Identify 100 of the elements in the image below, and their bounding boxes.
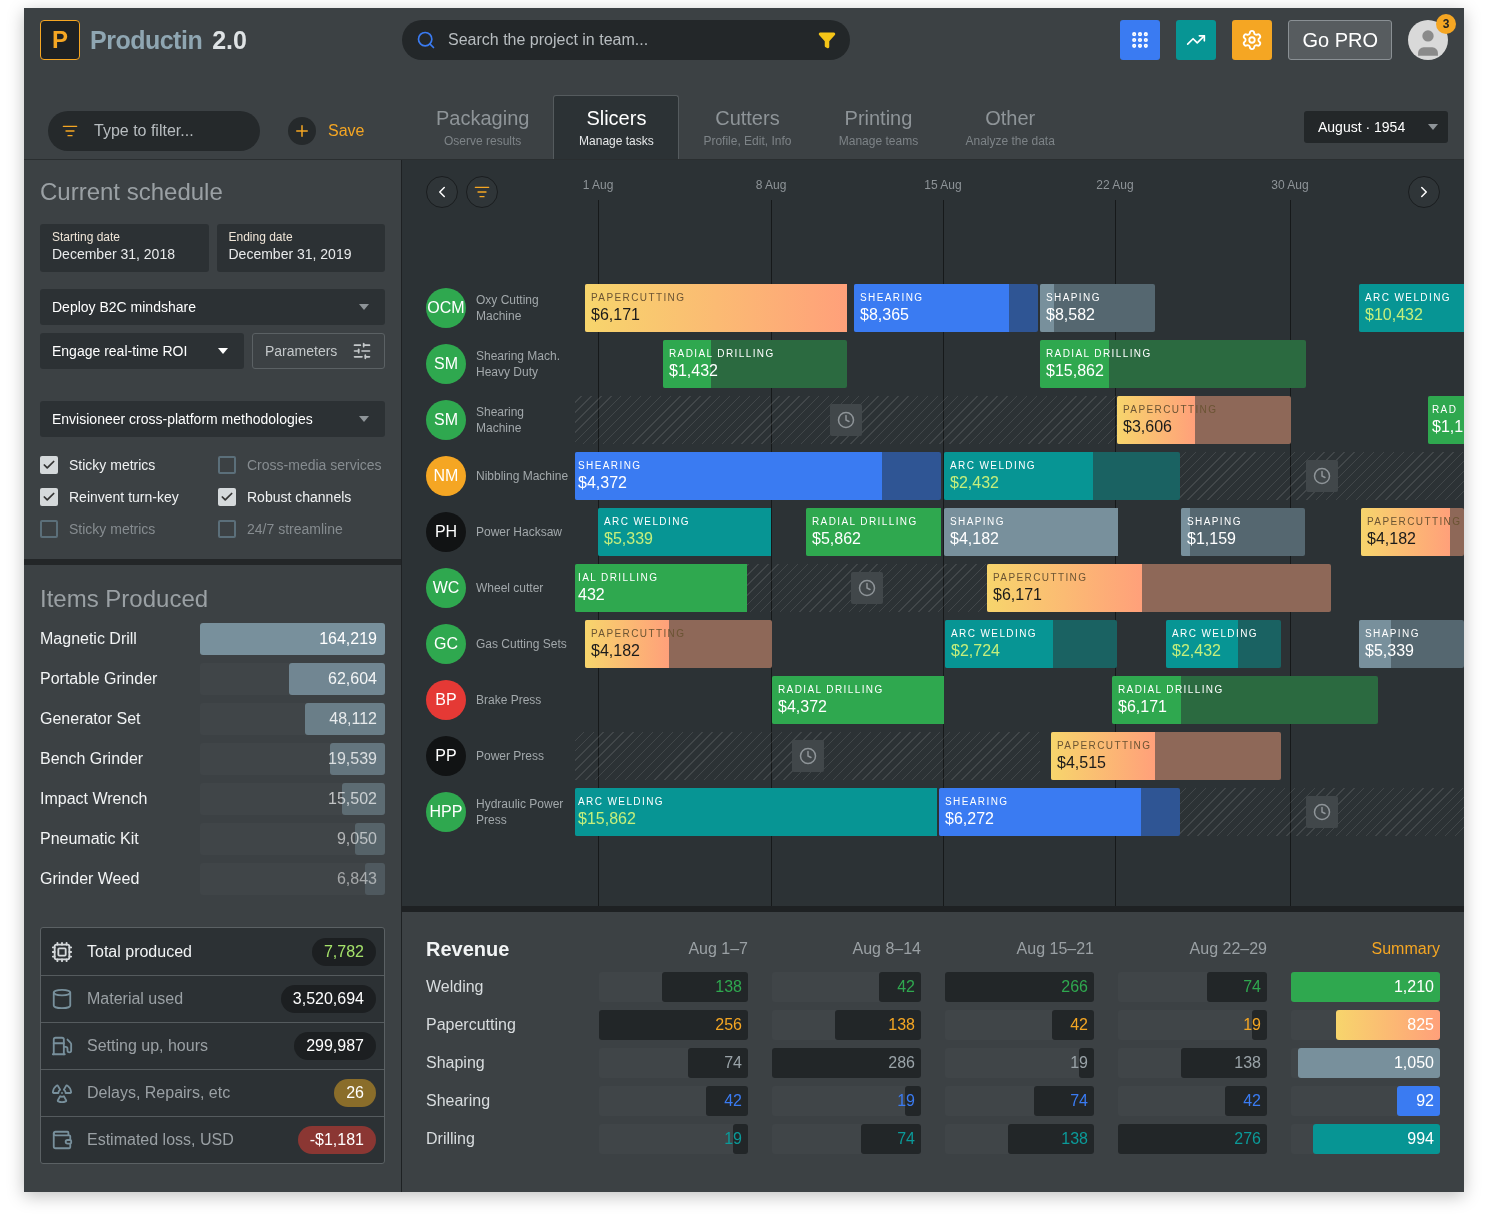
tab[interactable]: Other Analyze the data: [945, 95, 1075, 159]
filter-input[interactable]: Type to filter...: [92, 121, 232, 141]
checkbox[interactable]: [40, 520, 58, 538]
task-bar[interactable]: ARC WELDING $5,339: [598, 508, 771, 556]
next-button[interactable]: [1408, 176, 1440, 208]
check-icon: [220, 490, 234, 504]
revenue-value: 138: [1061, 1130, 1089, 1148]
machine-avatar: PP: [426, 736, 466, 776]
checkbox[interactable]: [218, 456, 236, 474]
checkbox[interactable]: [218, 488, 236, 506]
sliders-icon: [352, 341, 372, 361]
date-field[interactable]: Starting date December 31, 2018: [40, 224, 209, 272]
caret-icon: [218, 348, 228, 354]
task-bar[interactable]: RADIAL DRILLING $1,432: [663, 340, 847, 388]
item-value: 15,502: [328, 790, 378, 808]
check-icon: [42, 490, 56, 504]
task-bar[interactable]: IAL DRILLING 432: [575, 564, 747, 612]
tab[interactable]: Printing Manage teams: [815, 95, 942, 159]
date-tick: 15 Aug: [924, 178, 962, 192]
revenue-value: 19: [724, 1130, 743, 1148]
task-bar[interactable]: ARC WELDING $2,432: [944, 452, 1180, 500]
task-bar[interactable]: RAD $1,1: [1428, 396, 1464, 444]
total-value: -$1,181: [297, 1126, 376, 1154]
total-value: 26: [334, 1079, 376, 1107]
apps-button[interactable]: [1120, 20, 1161, 60]
total-label: Total produced: [87, 942, 193, 961]
search-field[interactable]: Search the project in team...: [402, 20, 850, 60]
checkbox-label: Reinvent turn-key: [69, 489, 179, 505]
checkbox[interactable]: [40, 456, 58, 474]
column-header: Aug 1–7: [687, 940, 748, 958]
parameters-button[interactable]: Parameters: [252, 333, 385, 369]
task-bar[interactable]: RADIAL DRILLING $4,372: [772, 676, 944, 724]
revenue-value: 256: [715, 1016, 743, 1034]
task-bar[interactable]: PAPERCUTTING $6,171: [987, 564, 1331, 612]
machine-name: Gas Cutting Sets: [476, 636, 568, 652]
column-header: Aug 15–21: [1015, 940, 1094, 958]
task-bar[interactable]: ARC WELDING $2,724: [945, 620, 1117, 668]
revenue-value: 74: [724, 1054, 743, 1072]
select-field[interactable]: Deploy B2C mindshare: [40, 289, 385, 325]
task-bar[interactable]: SHEARING $6,272: [939, 788, 1180, 836]
revenue-value: 42: [1070, 1016, 1089, 1034]
date-field[interactable]: Ending date December 31, 2019: [216, 224, 385, 272]
item-value: 164,219: [319, 630, 378, 648]
period-select[interactable]: August · 1954: [1304, 111, 1448, 143]
revenue-value: 276: [1234, 1130, 1262, 1148]
machine-avatar: SM: [426, 400, 466, 440]
barrel-icon: [51, 988, 73, 1010]
settings-button[interactable]: [1232, 20, 1273, 60]
task-bar[interactable]: ARC WELDING $2,432: [1166, 620, 1281, 668]
task-bar[interactable]: SHEARING $4,372: [575, 452, 941, 500]
task-bar[interactable]: PAPERCUTTING $4,515: [1051, 732, 1281, 780]
task-bar[interactable]: RADIAL DRILLING $6,171: [1112, 676, 1378, 724]
chart-button[interactable]: [1176, 20, 1217, 60]
filter-icon: [62, 123, 78, 139]
filter-button[interactable]: [466, 176, 498, 208]
item-value: 48,112: [329, 710, 378, 728]
avatar[interactable]: [1408, 20, 1448, 60]
date-tick: 8 Aug: [755, 178, 787, 192]
save-button[interactable]: Save: [288, 117, 365, 145]
revenue-value: 42: [897, 978, 916, 996]
task-bar[interactable]: SHAPING $4,182: [944, 508, 1118, 556]
go-pro-button[interactable]: Go PRO: [1288, 20, 1392, 60]
fuel-pump-icon: [51, 1035, 73, 1057]
task-bar[interactable]: ARC WELDING $15,862: [575, 788, 937, 836]
checkbox-label: Sticky metrics: [69, 457, 156, 473]
previous-button[interactable]: [426, 176, 458, 208]
checkbox[interactable]: [218, 520, 236, 538]
task-bar[interactable]: ARC WELDING $10,432: [1359, 284, 1464, 332]
select-field[interactable]: Engage real-time ROI: [40, 333, 244, 369]
filter-field[interactable]: Type to filter...: [48, 111, 260, 151]
task-bar[interactable]: RADIAL DRILLING $15,862: [1040, 340, 1306, 388]
filter-icon: [474, 184, 490, 200]
search-input[interactable]: Search the project in team...: [446, 30, 808, 50]
row-label: Shaping: [426, 1054, 486, 1072]
revenue-value: 138: [888, 1016, 916, 1034]
task-bar[interactable]: SHEARING $8,365: [854, 284, 1038, 332]
tab[interactable]: Packaging Oserve results: [416, 95, 550, 159]
total-label: Setting up, hours: [87, 1037, 209, 1055]
filter-icon[interactable]: [818, 31, 836, 49]
tab[interactable]: Slicers Manage tasks: [553, 95, 680, 159]
machine-avatar: NM: [426, 456, 466, 496]
item-name: Impact Wrench: [40, 790, 148, 808]
task-bar[interactable]: SHAPING $5,339: [1359, 620, 1464, 668]
row-label: Papercutting: [426, 1016, 517, 1034]
checkbox[interactable]: [40, 488, 58, 506]
tab[interactable]: Cutters Profile, Edit, Info: [683, 95, 812, 159]
machine-avatar: HPP: [426, 792, 466, 832]
task-bar[interactable]: SHAPING $1,159: [1181, 508, 1305, 556]
row-label: Shearing: [426, 1092, 492, 1110]
item-name: Magnetic Drill: [40, 630, 137, 648]
machine-avatar: WC: [426, 568, 466, 608]
task-bar[interactable]: PAPERCUTTING $6,171: [585, 284, 847, 332]
machine-name: Brake Press: [476, 692, 543, 708]
column-header: Summary: [1370, 940, 1440, 958]
caret-icon: [1428, 124, 1438, 130]
item-value: 9,050: [336, 830, 378, 848]
machine-avatar: BP: [426, 680, 466, 720]
select-field[interactable]: Envisioneer cross-platform methodologies: [40, 401, 385, 437]
task-bar[interactable]: SHAPING $8,582: [1040, 284, 1155, 332]
task-bar[interactable]: RADIAL DRILLING $5,862: [806, 508, 941, 556]
